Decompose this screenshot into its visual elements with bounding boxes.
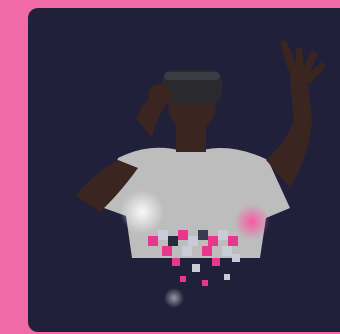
right-hand — [280, 40, 326, 84]
vr-user-illustration — [76, 40, 326, 308]
glow-pink — [234, 204, 270, 240]
image-card — [28, 8, 340, 332]
glow-white — [120, 190, 164, 234]
vr-headset-highlight — [164, 72, 220, 80]
glow-small — [164, 288, 184, 308]
left-hand — [148, 84, 172, 104]
